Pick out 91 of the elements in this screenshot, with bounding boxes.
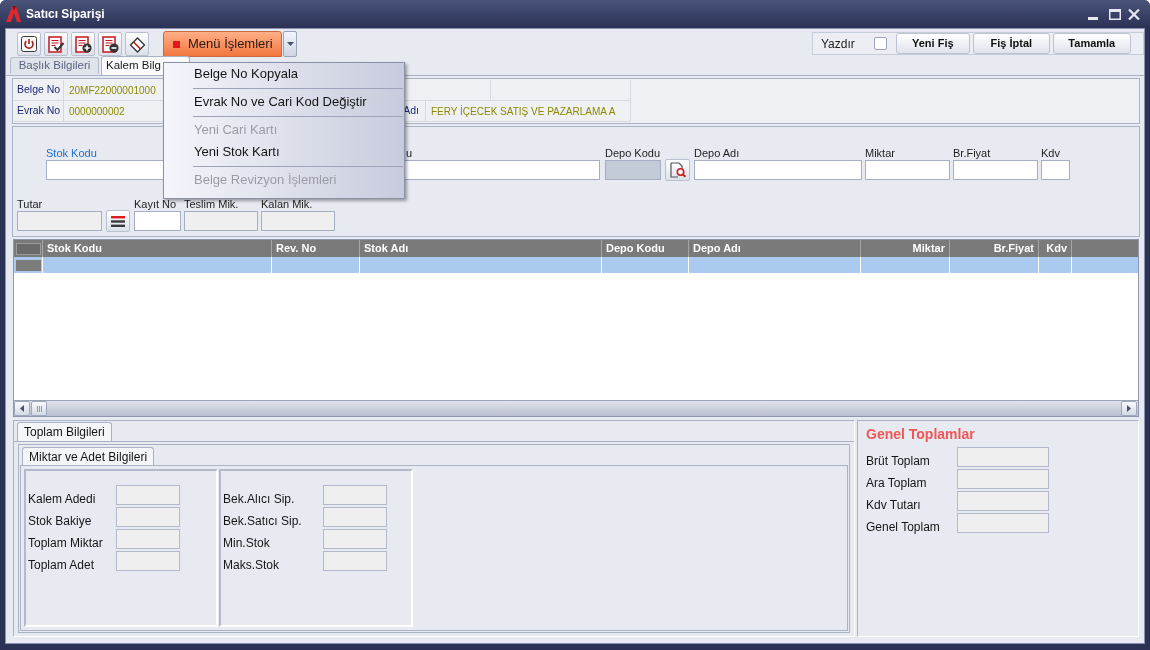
menu-item[interactable]: Yeni Stok Kartı (164, 141, 404, 163)
field-label: Miktar (865, 147, 895, 160)
document-remove-button[interactable] (98, 32, 122, 56)
info-value: FERY İÇECEK SATIŞ VE PAZARLAMA A (431, 104, 616, 119)
input-field[interactable] (1041, 160, 1070, 180)
action-button[interactable]: Fiş İptal (972, 33, 1050, 54)
action-button[interactable]: Yeni Fiş (895, 33, 970, 54)
lines-icon (111, 215, 125, 227)
input-field[interactable] (953, 160, 1038, 180)
tab[interactable]: Miktar ve Adet Bilgileri (22, 447, 155, 465)
input-field[interactable] (323, 551, 387, 571)
field-label: Kdv (1041, 147, 1060, 160)
document-check-button[interactable] (44, 32, 68, 56)
close-icon[interactable] (1128, 8, 1140, 20)
grid-corner-cell[interactable] (15, 242, 41, 255)
input-field[interactable] (184, 211, 258, 231)
maximize-icon[interactable] (1109, 8, 1121, 20)
input-field[interactable] (116, 485, 180, 505)
info-label: Evrak No (17, 103, 61, 119)
input-field[interactable] (323, 529, 387, 549)
arrow-right-icon (1127, 405, 1131, 412)
field-label: Depo Adı (694, 147, 740, 160)
field-label: Br.Fiyat (953, 147, 991, 160)
row-indicator (15, 259, 41, 271)
scrollbar-thumb[interactable] (31, 401, 47, 416)
input-field[interactable] (957, 491, 1049, 511)
field-label: Toplam Adet (28, 558, 95, 572)
dropdown-button[interactable] (283, 31, 297, 57)
tab[interactable]: Toplam Bilgileri (17, 422, 112, 441)
info-label: Belge No (17, 82, 61, 98)
field-label: Stok Bakiye (28, 514, 92, 528)
field-label: Depo Kodu (605, 147, 661, 160)
field-label: Teslim Mik. (184, 198, 239, 211)
field-label: Maks.Stok (223, 558, 279, 572)
input-field[interactable] (694, 160, 862, 180)
scroll-left-button[interactable] (14, 401, 30, 416)
field-label: Min.Stok (223, 536, 270, 550)
list-button[interactable] (106, 210, 130, 232)
document-add-button[interactable] (71, 32, 95, 56)
scrollbar-track[interactable] (14, 400, 1138, 416)
menu-button[interactable]: Menü İşlemleri (163, 31, 282, 57)
square-icon (173, 40, 180, 48)
window-title: Satıcı Siparişi (26, 6, 105, 23)
lookup-button[interactable] (665, 159, 690, 181)
checkbox[interactable] (873, 37, 887, 50)
caret-down-icon (286, 42, 294, 46)
power-button[interactable] (17, 32, 41, 56)
field-label: Brüt Toplam (866, 454, 930, 468)
field-label: Ara Toplam (866, 476, 927, 490)
arrow-left-icon (20, 405, 24, 412)
tab[interactable]: Başlık Bilgileri (10, 57, 99, 74)
field-label: Tutar (17, 198, 43, 211)
scroll-right-button[interactable] (1121, 401, 1137, 416)
document-check-icon (47, 35, 65, 53)
input-field[interactable] (323, 485, 387, 505)
field-label: Kdv Tutarı (866, 498, 921, 512)
input-field[interactable] (605, 160, 661, 180)
input-field[interactable] (17, 211, 102, 231)
input-field[interactable] (116, 551, 180, 571)
document-add-icon (74, 35, 92, 53)
action-button[interactable]: Tamamla (1052, 33, 1131, 54)
document-search-icon (669, 162, 686, 178)
field-label: Toplam Miktar (28, 536, 103, 550)
info-value: 0000000002 (69, 104, 125, 119)
info-value: 20MF22000001000 (69, 83, 156, 98)
field-label: Genel Toplam (866, 520, 940, 534)
menu-item[interactable]: Evrak No ve Cari Kod Değiştir (164, 91, 404, 113)
field-label: Bek.Satıcı Sip. (223, 514, 302, 528)
section-title: Genel Toplamlar (866, 426, 975, 442)
input-field[interactable] (957, 513, 1049, 533)
input-field[interactable] (116, 507, 180, 527)
input-field[interactable] (957, 447, 1049, 467)
field-label: Kalem Adedi (28, 492, 96, 506)
app-logo-icon (6, 6, 21, 22)
power-icon (21, 36, 37, 52)
input-field[interactable] (116, 529, 180, 549)
document-remove-icon (101, 35, 119, 53)
input-field[interactable] (261, 211, 335, 231)
input-field[interactable] (134, 211, 181, 231)
input-field[interactable] (865, 160, 950, 180)
eraser-icon (128, 35, 146, 53)
field-label: u (406, 147, 413, 160)
input-field[interactable] (957, 469, 1049, 489)
field-label: Bek.Alıcı Sip. (223, 492, 295, 506)
eraser-button[interactable] (125, 32, 149, 56)
field-label: Kalan Mik. (261, 198, 313, 211)
input-field[interactable] (323, 507, 387, 527)
field-link[interactable]: Stok Kodu (46, 147, 97, 160)
grip-icon (36, 405, 42, 412)
field-label: Kayıt No (134, 198, 177, 211)
print-label: Yazdır (821, 35, 855, 53)
